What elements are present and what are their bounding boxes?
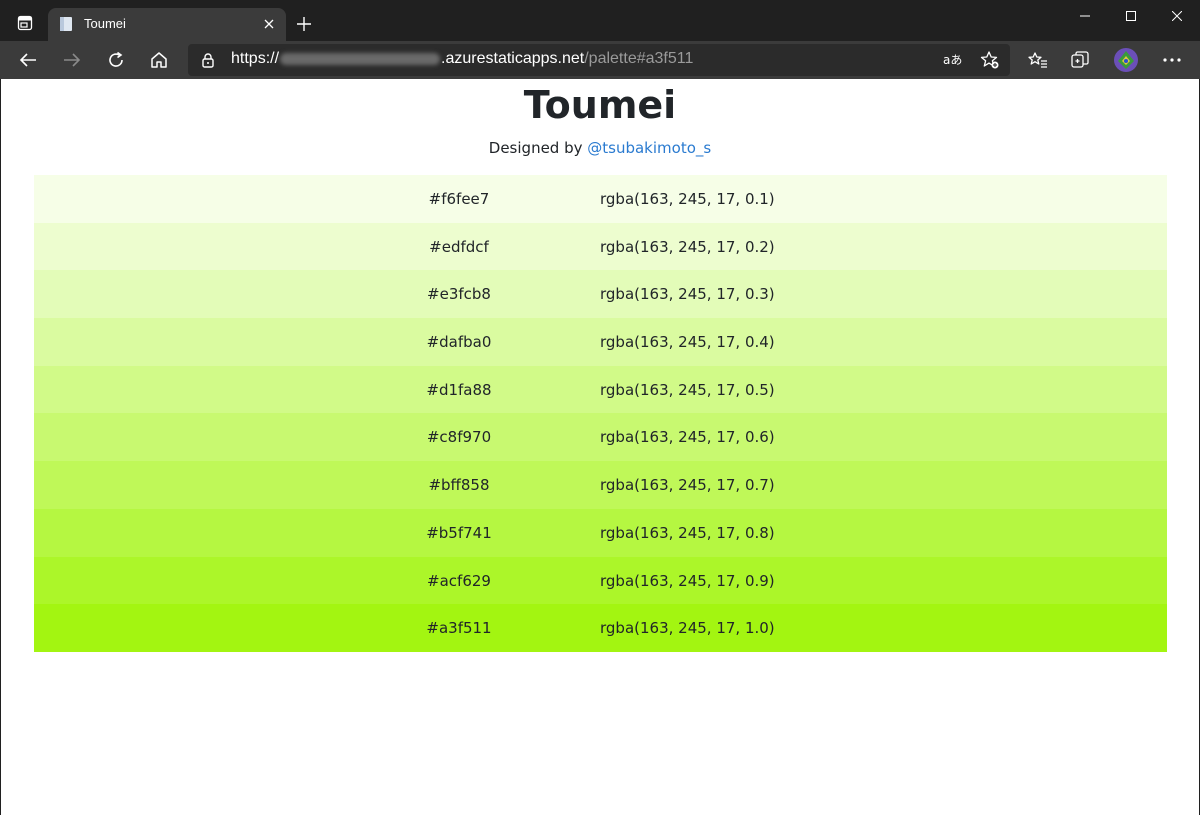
page-content: Toumei Designed by @tsubakimoto_s #f6fee… <box>1 79 1199 815</box>
palette-row[interactable]: #bff858 rgba(163, 245, 17, 0.7) <box>34 461 1167 509</box>
profile-avatar[interactable] <box>1110 45 1142 75</box>
more-menu-icon[interactable] <box>1156 45 1188 75</box>
browser-window: Toumei https:// .azurestaticapps.net/pal… <box>0 0 1200 815</box>
url-path: /palette#a3f511 <box>584 50 694 67</box>
palette-row[interactable]: #b5f741 rgba(163, 245, 17, 0.8) <box>34 508 1167 557</box>
url-domain: .azurestaticapps.net <box>441 50 585 67</box>
read-aloud-icon[interactable]: aあ <box>940 49 964 71</box>
home-icon[interactable] <box>143 45 175 75</box>
rgba-value: rgba(163, 245, 17, 0.7) <box>600 476 775 495</box>
palette-list: #f6fee7 rgba(163, 245, 17, 0.1) #edfdcf rgb… <box>34 175 1167 652</box>
maximize-icon[interactable] <box>1108 0 1154 32</box>
rgba-value: rgba(163, 245, 17, 0.1) <box>600 190 775 208</box>
svg-text:aあ: aあ <box>943 53 962 67</box>
address-bar[interactable]: https:// .azurestaticapps.net/palette#a3f… <box>188 44 1010 76</box>
rgba-value: rgba(163, 245, 17, 1.0) <box>600 619 775 638</box>
palette-row[interactable]: #dafba0 rgba(163, 245, 17, 0.4) <box>34 318 1167 366</box>
tab-strip: Toumei <box>0 0 1200 41</box>
tab-actions-icon[interactable] <box>8 9 42 37</box>
rgba-value: rgba(163, 245, 17, 0.4) <box>600 333 775 352</box>
byline: Designed by @tsubakimoto_s <box>1 139 1199 157</box>
tab-title: Toumei <box>84 16 126 31</box>
palette-row[interactable]: #d1fa88 rgba(163, 245, 17, 0.5) <box>34 365 1167 414</box>
page-icon <box>58 16 74 32</box>
palette-row[interactable]: #c8f970 rgba(163, 245, 17, 0.6) <box>34 413 1167 462</box>
rgba-value: rgba(163, 245, 17, 0.9) <box>600 571 775 590</box>
add-favorite-icon[interactable] <box>978 49 1002 71</box>
palette-row[interactable]: #f6fee7 rgba(163, 245, 17, 0.1) <box>34 175 1167 223</box>
close-window-icon[interactable] <box>1154 0 1200 32</box>
new-tab-button[interactable] <box>292 12 316 36</box>
byline-prefix: Designed by <box>488 139 588 157</box>
minimize-icon[interactable] <box>1062 0 1108 32</box>
url-text[interactable]: https:// .azurestaticapps.net/palette#a3f… <box>231 50 693 68</box>
close-tab-icon[interactable] <box>260 15 278 33</box>
rgba-value: rgba(163, 245, 17, 0.3) <box>600 285 775 304</box>
tab-active[interactable]: Toumei <box>48 8 286 41</box>
redacted-subdomain <box>280 52 441 65</box>
url-scheme: https:// <box>231 50 280 67</box>
lock-icon[interactable] <box>200 52 216 68</box>
rgba-value: rgba(163, 245, 17, 0.6) <box>600 428 775 447</box>
rgba-value: rgba(163, 245, 17, 0.5) <box>600 380 775 399</box>
collections-icon[interactable] <box>1064 45 1096 75</box>
author-link[interactable]: @tsubakimoto_s <box>587 139 711 157</box>
back-arrow-icon[interactable] <box>12 45 44 75</box>
palette-row[interactable]: #e3fcb8 rgba(163, 245, 17, 0.3) <box>34 270 1167 319</box>
rgba-value: rgba(163, 245, 17, 0.8) <box>600 523 775 542</box>
rgba-value: rgba(163, 245, 17, 0.2) <box>600 237 775 256</box>
favorites-icon[interactable] <box>1022 45 1054 75</box>
browser-toolbar: https:// .azurestaticapps.net/palette#a3f… <box>0 41 1200 79</box>
page-title: Toumei <box>523 83 677 127</box>
palette-row[interactable]: #edfdcf rgba(163, 245, 17, 0.2) <box>34 222 1167 271</box>
palette-row[interactable]: #a3f511 rgba(163, 245, 17, 1.0) <box>34 604 1167 652</box>
refresh-icon[interactable] <box>100 45 132 75</box>
forward-arrow-icon[interactable] <box>56 45 88 75</box>
palette-row[interactable]: #acf629 rgba(163, 245, 17, 0.9) <box>34 556 1167 605</box>
